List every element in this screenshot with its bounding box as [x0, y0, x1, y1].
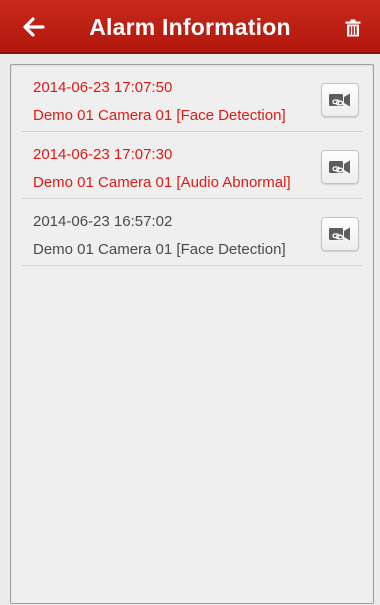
- trash-icon: [345, 19, 361, 37]
- alarm-time: 2014-06-23 16:57:02: [33, 213, 173, 230]
- back-button[interactable]: [18, 13, 50, 41]
- alarm-list-item[interactable]: 2014-06-23 17:07:30 Demo 01 Camera 01 [A…: [21, 132, 363, 199]
- alarm-list-item[interactable]: 2014-06-23 16:57:02 Demo 01 Camera 01 [F…: [21, 199, 363, 266]
- page-title: Alarm Information: [89, 14, 291, 40]
- alarm-list: 2014-06-23 17:07:50 Demo 01 Camera 01 [F…: [11, 65, 373, 266]
- alarm-description: Demo 01 Camera 01 [Face Detection]: [33, 107, 286, 124]
- alarm-list-item[interactable]: 2014-06-23 17:07:50 Demo 01 Camera 01 [F…: [21, 65, 363, 132]
- camera-link-icon: [329, 160, 350, 174]
- linked-camera-button[interactable]: [321, 150, 359, 184]
- alarm-list-panel[interactable]: 2014-06-23 17:07:50 Demo 01 Camera 01 [F…: [10, 64, 374, 604]
- alarm-description: Demo 01 Camera 01 [Audio Abnormal]: [33, 174, 291, 191]
- header-bar: Alarm Information: [0, 0, 380, 54]
- alarm-time: 2014-06-23 17:07:30: [33, 146, 173, 163]
- linked-camera-button[interactable]: [321, 83, 359, 117]
- alarm-information-screen: Alarm Information 2014-06-23 17:07:50 De…: [0, 0, 380, 605]
- delete-all-button[interactable]: [338, 13, 368, 43]
- linked-camera-button[interactable]: [321, 217, 359, 251]
- camera-link-icon: [329, 227, 350, 241]
- camera-link-icon: [329, 93, 350, 107]
- alarm-description: Demo 01 Camera 01 [Face Detection]: [33, 241, 286, 258]
- back-arrow-icon: [23, 17, 45, 37]
- alarm-time: 2014-06-23 17:07:50: [33, 79, 173, 96]
